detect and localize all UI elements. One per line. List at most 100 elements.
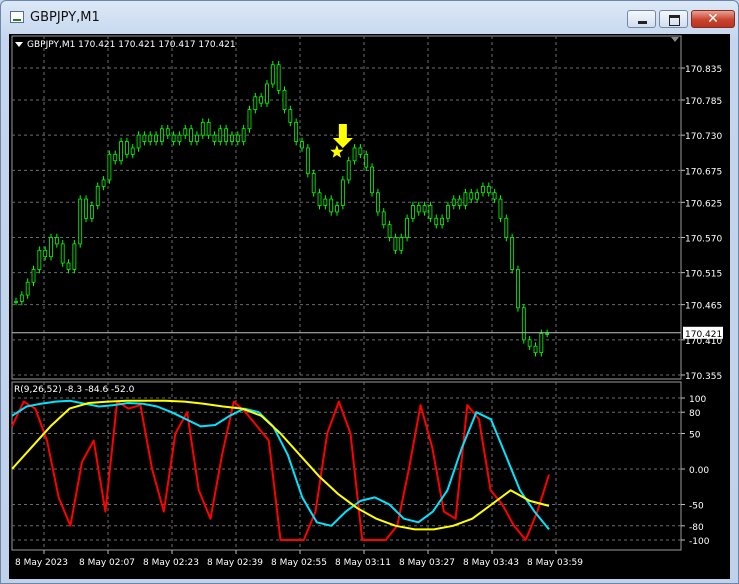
- price-candle: [399, 237, 404, 251]
- price-candle: [200, 121, 205, 136]
- price-candle: [428, 205, 433, 219]
- time-axis-label: 8 May 03:43: [463, 558, 519, 568]
- price-candle: [25, 281, 30, 296]
- price-candle: [411, 205, 415, 219]
- chart-window: GBPJPY,M1 ✕ 170.835 170.785 170.730 170.675…: [0, 0, 739, 584]
- price-candle: [387, 224, 392, 238]
- price-candle: [521, 307, 526, 341]
- time-axis-label: 8 May 02:39: [207, 558, 263, 568]
- price-candle: [66, 262, 71, 270]
- price-axis-label: 170.625: [685, 199, 722, 209]
- price-candle: [130, 147, 135, 155]
- time-axis-label: 8 May 03:11: [335, 558, 391, 568]
- price-candle: [329, 198, 334, 213]
- price-candle: [539, 333, 544, 354]
- price-candle: [142, 134, 147, 142]
- price-candle: [288, 109, 293, 123]
- indicator-axis-label: 50: [689, 431, 701, 441]
- maximize-button[interactable]: [659, 10, 688, 28]
- indicator-panel-frame: [11, 381, 682, 551]
- price-candle: [317, 192, 322, 206]
- price-candle: [393, 237, 398, 251]
- main-panel-frame: [11, 35, 682, 380]
- price-candle: [125, 141, 129, 155]
- price-candle: [218, 128, 223, 142]
- price-candle: [49, 237, 53, 258]
- price-candle: [422, 205, 427, 213]
- star-icon: [330, 145, 344, 158]
- price-candle: [276, 64, 281, 91]
- price-candle: [43, 249, 48, 258]
- time-axis-label: 8 May 03:27: [399, 558, 455, 568]
- price-candle: [440, 217, 444, 226]
- price-axis-label: 170.730: [685, 132, 722, 142]
- dropdown-icon[interactable]: [15, 42, 23, 47]
- price-candle: [136, 134, 141, 149]
- price-candle: [527, 339, 532, 347]
- indicator-series-mid: [11, 399, 550, 531]
- main-panel-header: GBPJPY,M1 170.421 170.421 170.417 170.42…: [27, 40, 236, 50]
- indicator-axis-label: 0.00: [689, 466, 709, 476]
- price-candle: [14, 301, 18, 303]
- price-candle: [235, 134, 240, 142]
- price-candle: [247, 109, 252, 130]
- price-candle: [84, 198, 88, 219]
- price-candle: [101, 179, 106, 187]
- price-candle: [54, 237, 59, 245]
- price-candle: [416, 205, 421, 213]
- price-axis-label: 170.785: [685, 97, 722, 107]
- price-candle: [294, 121, 299, 142]
- price-axis-label: 170.355: [685, 372, 722, 382]
- indicator-axis-label: 80: [689, 409, 701, 419]
- price-candle: [253, 96, 258, 110]
- maximize-icon: [669, 15, 680, 26]
- price-candle: [498, 198, 503, 219]
- current-price-label: 170.421: [685, 330, 722, 340]
- chart-canvas[interactable]: 170.835 170.785 170.730 170.675 170.625 170.5…: [9, 34, 730, 579]
- price-candle: [451, 198, 456, 206]
- price-candle: [165, 128, 170, 136]
- price-axis-label: 170.835: [685, 65, 722, 75]
- close-icon: ✕: [707, 11, 719, 27]
- price-candle: [335, 205, 339, 213]
- price-candle: [270, 64, 275, 85]
- price-candle: [154, 134, 158, 142]
- price-candle: [31, 269, 36, 283]
- indicator-axis-label: -100: [689, 537, 710, 547]
- price-candle: [78, 198, 83, 245]
- price-candle: [545, 333, 550, 335]
- price-candle: [189, 128, 194, 142]
- chart-area[interactable]: 170.835 170.785 170.730 170.675 170.625 170.5…: [9, 34, 730, 579]
- indicator-panel-header: R(9,26,52) -8.3 -84.6 -52.0: [14, 385, 135, 395]
- price-candle: [516, 269, 520, 309]
- price-candle: [177, 134, 182, 142]
- price-candle: [224, 128, 229, 142]
- price-candle: [352, 147, 357, 162]
- price-candle: [463, 192, 468, 206]
- title-bar[interactable]: GBPJPY,M1 ✕: [1, 1, 738, 33]
- price-candle: [305, 147, 310, 174]
- price-candle: [486, 185, 491, 194]
- indicator-axis-label: 100: [689, 395, 706, 405]
- price-candle: [481, 185, 485, 194]
- price-candle: [375, 192, 380, 213]
- time-axis-label: 8 May 02:07: [79, 558, 135, 568]
- price-candle: [340, 179, 345, 206]
- price-axis-label: 170.465: [685, 302, 722, 312]
- price-candle: [95, 185, 100, 206]
- price-candle: [183, 128, 188, 136]
- price-candle: [72, 243, 77, 270]
- price-candle: [346, 160, 351, 181]
- price-candle: [300, 141, 304, 149]
- minimize-button[interactable]: [627, 10, 656, 28]
- price-candle: [492, 192, 497, 200]
- window-title: GBPJPY,M1: [30, 10, 100, 25]
- close-button[interactable]: ✕: [691, 10, 735, 28]
- price-candle: [381, 211, 386, 226]
- price-candle: [148, 134, 153, 142]
- price-candle: [37, 249, 42, 270]
- indicator-axis-label: -50: [689, 502, 704, 512]
- price-candle: [370, 166, 374, 194]
- price-axis-label: 170.570: [685, 234, 722, 244]
- price-candle: [510, 237, 515, 270]
